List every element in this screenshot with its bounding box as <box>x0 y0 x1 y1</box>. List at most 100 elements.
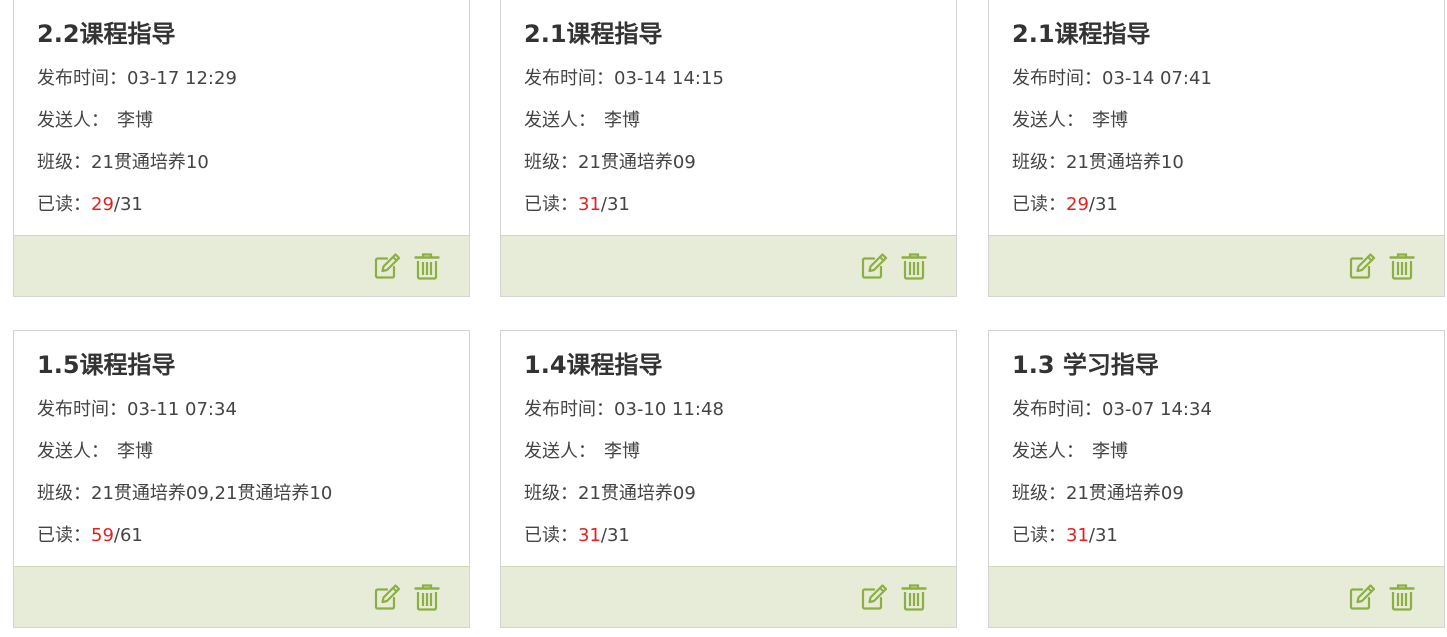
trash-icon <box>414 584 440 611</box>
card-title[interactable]: 1.5课程指导 <box>37 348 469 382</box>
sender-label: 发送人： <box>1012 441 1084 462</box>
edit-icon <box>374 584 401 610</box>
read-row: 已读：31/31 <box>1012 521 1118 547</box>
class-row: 班级：21贯通培养09,21贯通培养10 <box>37 479 332 505</box>
trash-icon <box>1389 584 1415 611</box>
card-title[interactable]: 2.1课程指导 <box>524 17 956 51</box>
edit-icon <box>1349 584 1376 610</box>
class-label: 班级： <box>37 152 91 173</box>
card-footer <box>14 566 469 627</box>
edit-icon <box>1349 253 1376 279</box>
delete-button[interactable] <box>1388 252 1416 280</box>
class-value: 21贯通培养10 <box>91 152 209 173</box>
publish-time-row: 发布时间：03-14 14:15 <box>524 64 724 90</box>
read-label: 已读： <box>1012 525 1066 546</box>
edit-button[interactable] <box>373 252 401 280</box>
card-title[interactable]: 1.4课程指导 <box>524 348 956 382</box>
publish-time-label: 发布时间： <box>1012 399 1102 420</box>
class-label: 班级： <box>524 483 578 504</box>
read-total: 31 <box>1094 525 1118 546</box>
class-row: 班级：21贯通培养09 <box>524 148 696 174</box>
class-row: 班级：21贯通培养10 <box>37 148 209 174</box>
card-title[interactable]: 2.1课程指导 <box>1012 17 1444 51</box>
read-label: 已读： <box>524 525 578 546</box>
trash-icon <box>901 253 927 280</box>
sender-row: 发送人： 李博 <box>524 437 640 463</box>
sender-value: 李博 <box>604 441 640 462</box>
sender-label: 发送人： <box>37 441 109 462</box>
sender-row: 发送人： 李博 <box>37 437 153 463</box>
delete-button[interactable] <box>413 252 441 280</box>
sender-row: 发送人： 李博 <box>524 106 640 132</box>
publish-time-label: 发布时间： <box>524 68 614 89</box>
class-label: 班级： <box>37 483 91 504</box>
publish-time-row: 发布时间：03-17 12:29 <box>37 64 237 90</box>
publish-time-label: 发布时间： <box>37 68 127 89</box>
delete-button[interactable] <box>900 583 928 611</box>
trash-icon <box>901 584 927 611</box>
sender-value: 李博 <box>604 110 640 131</box>
publish-time-value: 03-10 11:48 <box>614 399 724 420</box>
class-row: 班级：21贯通培养09 <box>524 479 696 505</box>
class-label: 班级： <box>1012 152 1066 173</box>
sender-label: 发送人： <box>524 110 596 131</box>
message-card: 1.4课程指导 发布时间：03-10 11:48 发送人： 李博 班级：21贯通培… <box>500 330 957 628</box>
edit-icon <box>861 584 888 610</box>
read-total: 31 <box>1094 194 1118 215</box>
sender-value: 李博 <box>1092 110 1128 131</box>
publish-time-value: 03-14 14:15 <box>614 68 724 89</box>
read-label: 已读： <box>37 525 91 546</box>
read-total: 31 <box>606 525 630 546</box>
sender-row: 发送人： 李博 <box>1012 437 1128 463</box>
publish-time-label: 发布时间： <box>524 399 614 420</box>
card-body: 1.4课程指导 发布时间：03-10 11:48 发送人： 李博 班级：21贯通培… <box>501 331 956 568</box>
sender-row: 发送人： 李博 <box>37 106 153 132</box>
trash-icon <box>414 253 440 280</box>
read-total: 61 <box>119 525 143 546</box>
read-label: 已读： <box>524 194 578 215</box>
publish-time-value: 03-17 12:29 <box>127 68 237 89</box>
read-label: 已读： <box>37 194 91 215</box>
publish-time-row: 发布时间：03-11 07:34 <box>37 395 237 421</box>
read-total: 31 <box>606 194 630 215</box>
message-card: 1.5课程指导 发布时间：03-11 07:34 发送人： 李博 班级：21贯通培… <box>13 330 470 628</box>
card-footer <box>501 566 956 627</box>
card-body: 1.5课程指导 发布时间：03-11 07:34 发送人： 李博 班级：21贯通培… <box>14 331 469 568</box>
edit-button[interactable] <box>1348 583 1376 611</box>
read-count: 29 <box>91 194 114 215</box>
card-body: 2.1课程指导 发布时间：03-14 14:15 发送人： 李博 班级：21贯通培… <box>501 0 956 237</box>
delete-button[interactable] <box>900 252 928 280</box>
card-title[interactable]: 1.3 学习指导 <box>1012 348 1444 382</box>
read-label: 已读： <box>1012 194 1066 215</box>
publish-time-row: 发布时间：03-07 14:34 <box>1012 395 1212 421</box>
read-row: 已读：31/31 <box>524 521 630 547</box>
delete-button[interactable] <box>1388 583 1416 611</box>
edit-button[interactable] <box>1348 252 1376 280</box>
edit-icon <box>861 253 888 279</box>
read-total: 31 <box>119 194 143 215</box>
class-value: 21贯通培养10 <box>1066 152 1184 173</box>
publish-time-row: 发布时间：03-10 11:48 <box>524 395 724 421</box>
class-row: 班级：21贯通培养10 <box>1012 148 1184 174</box>
sender-value: 李博 <box>117 441 153 462</box>
read-count: 59 <box>91 525 114 546</box>
class-value: 21贯通培养09 <box>578 152 696 173</box>
read-count: 31 <box>578 194 601 215</box>
card-title[interactable]: 2.2课程指导 <box>37 17 469 51</box>
delete-button[interactable] <box>413 583 441 611</box>
message-card: 2.2课程指导 发布时间：03-17 12:29 发送人： 李博 班级：21贯通培… <box>13 0 470 297</box>
publish-time-value: 03-11 07:34 <box>127 399 237 420</box>
edit-button[interactable] <box>373 583 401 611</box>
card-footer <box>14 235 469 296</box>
sender-value: 李博 <box>117 110 153 131</box>
publish-time-value: 03-14 07:41 <box>1102 68 1212 89</box>
publish-time-value: 03-07 14:34 <box>1102 399 1212 420</box>
sender-value: 李博 <box>1092 441 1128 462</box>
edit-button[interactable] <box>860 583 888 611</box>
publish-time-label: 发布时间： <box>1012 68 1102 89</box>
card-body: 2.2课程指导 发布时间：03-17 12:29 发送人： 李博 班级：21贯通培… <box>14 0 469 237</box>
message-card: 2.1课程指导 发布时间：03-14 07:41 发送人： 李博 班级：21贯通培… <box>988 0 1445 297</box>
read-count: 31 <box>1066 525 1089 546</box>
card-footer <box>989 566 1444 627</box>
edit-button[interactable] <box>860 252 888 280</box>
